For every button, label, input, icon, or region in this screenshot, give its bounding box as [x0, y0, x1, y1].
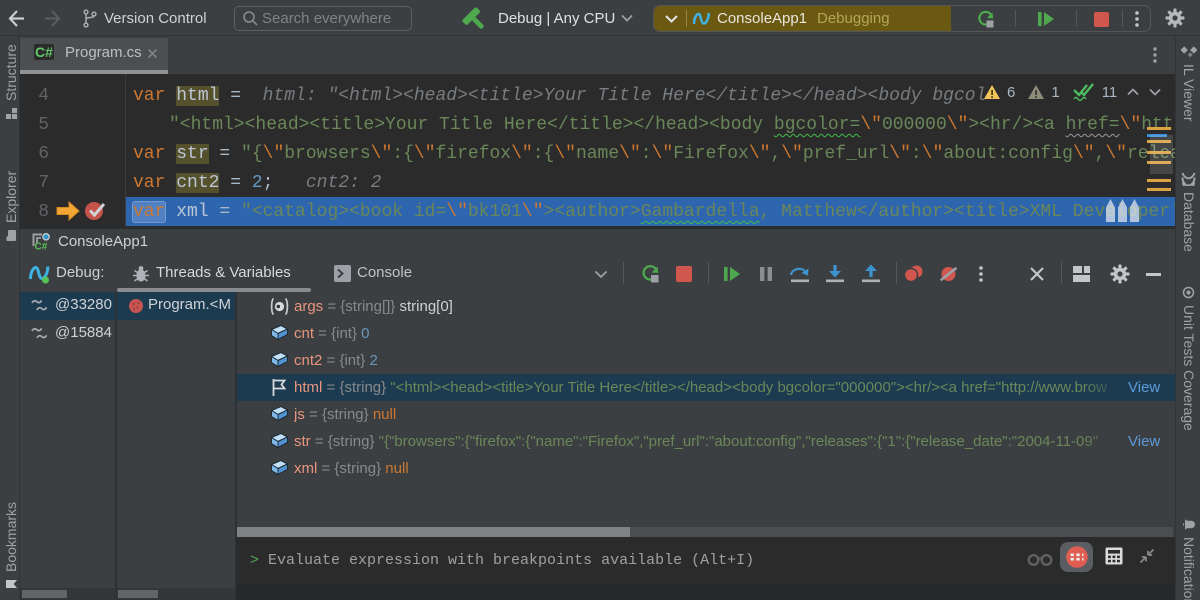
svg-text:C#: C# — [35, 242, 48, 252]
